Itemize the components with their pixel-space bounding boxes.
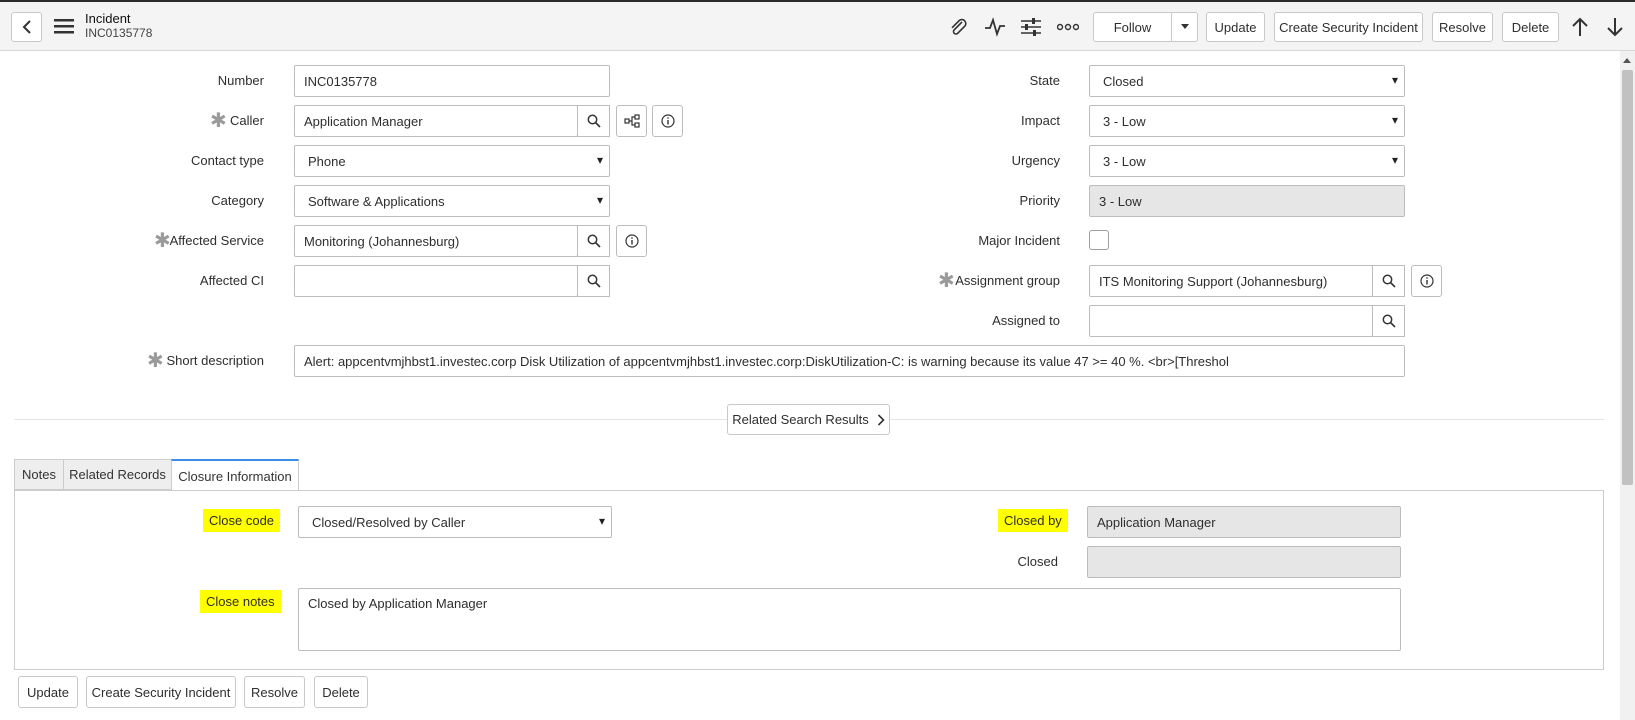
bottom-delete-button[interactable]: Delete [314,676,368,708]
arrow-up-icon[interactable] [1568,15,1592,39]
assignment-group-lookup-button[interactable] [1372,265,1405,297]
category-value: Software & Applications [308,193,445,209]
tab-closure-information[interactable]: Closure Information [171,459,299,491]
delete-button[interactable]: Delete [1502,12,1559,42]
back-button[interactable] [11,12,42,42]
bottom-update-button[interactable]: Update [18,676,78,708]
urgency-label: Urgency [1011,153,1060,168]
related-search-results-button[interactable]: Related Search Results [727,404,890,435]
search-icon [587,234,601,248]
affected-service-label: Affected Service [169,233,264,248]
back-icon [22,20,31,34]
search-icon [1382,314,1396,328]
affected-service-lookup-button[interactable] [577,225,610,257]
close-notes-textarea[interactable]: Closed by Application Manager [298,588,1401,651]
search-icon [1382,274,1396,288]
info-icon [624,234,639,248]
bottom-create-security-incident-button[interactable]: Create Security Incident [86,676,236,708]
arrow-down-icon[interactable] [1603,15,1627,39]
caret-down-icon [1180,24,1189,29]
caller-lookup-button[interactable] [577,105,610,137]
assignment-group-field[interactable]: ITS Monitoring Support (Johannesburg) [1089,265,1373,297]
caller-info-button[interactable] [652,105,683,137]
impact-value: 3 - Low [1103,113,1146,129]
affected-ci-field[interactable] [294,265,578,297]
state-label: State [1029,73,1060,88]
menu-icon[interactable] [54,18,74,34]
bottom-resolve-button[interactable]: Resolve [244,676,305,708]
settings-sliders-icon[interactable] [1019,15,1043,39]
closed-by-label: Closed by [998,509,1068,532]
contact-type-select[interactable]: Phone [294,145,610,177]
close-code-label: Close code [203,509,281,532]
follow-dropdown-button[interactable] [1171,12,1198,42]
tab-related-records[interactable]: Related Records [63,459,172,490]
search-icon [587,274,601,288]
closed-field [1087,546,1401,578]
assigned-to-field[interactable] [1089,305,1373,337]
priority-label: Priority [1019,193,1060,208]
close-code-select[interactable]: Closed/Resolved by Caller [298,506,612,538]
assigned-to-label: Assigned to [992,313,1060,328]
close-notes-label: Close notes [200,590,281,613]
number-field[interactable]: INC0135778 [294,65,610,97]
impact-label: Impact [1020,113,1060,128]
affected-ci-label: Affected CI [199,273,264,288]
assignment-group-info-button[interactable] [1411,265,1442,297]
update-button[interactable]: Update [1206,12,1265,42]
info-icon [660,114,675,128]
urgency-select[interactable]: 3 - Low [1089,145,1405,177]
page-title: Incident [85,11,131,26]
more-icon[interactable] [1056,15,1080,39]
chevron-right-icon [877,413,885,426]
caller-field[interactable]: Application Manager [294,105,578,137]
record-number: INC0135778 [85,26,153,40]
affected-service-field[interactable]: Monitoring (Johannesburg) [294,225,578,257]
caller-hierarchy-button[interactable] [616,105,647,137]
info-icon [1419,274,1434,288]
attachment-icon[interactable] [946,15,970,39]
form-header: Incident INC0135778 Follow Update Create… [0,2,1635,51]
related-search-results-label: Related Search Results [732,412,869,427]
scroll-up-icon[interactable] [1623,58,1631,63]
major-incident-checkbox[interactable] [1089,230,1109,250]
activity-icon[interactable] [983,15,1007,39]
major-incident-label: Major Incident [978,233,1060,248]
short-description-field[interactable]: Alert: appcentvmjhbst1.investec.corp Dis… [294,345,1405,377]
affected-ci-lookup-button[interactable] [577,265,610,297]
assignment-group-label: Assignment group [955,273,1060,288]
affected-service-info-button[interactable] [616,225,647,257]
create-security-incident-button[interactable]: Create Security Incident [1274,12,1423,42]
category-label: Category [211,193,264,208]
state-select[interactable]: Closed [1089,65,1405,97]
number-label: Number [217,73,264,88]
closed-by-field: Application Manager [1087,506,1401,538]
tab-notes[interactable]: Notes [14,459,64,490]
contact-type-label: Contact type [191,153,264,168]
assigned-to-lookup-button[interactable] [1372,305,1405,337]
closed-label: Closed [1017,554,1058,569]
follow-button[interactable]: Follow [1093,12,1172,42]
resolve-button[interactable]: Resolve [1432,12,1493,42]
scrollbar-thumb[interactable] [1622,70,1633,485]
category-select[interactable]: Software & Applications [294,185,610,217]
close-code-value: Closed/Resolved by Caller [312,514,466,530]
priority-field: 3 - Low [1089,185,1405,217]
hierarchy-icon [623,114,640,128]
caller-label: Caller [230,113,264,128]
urgency-value: 3 - Low [1103,153,1146,169]
state-value: Closed [1103,73,1144,89]
contact-type-value: Phone [308,153,346,169]
short-description-label: Short description [166,353,264,368]
search-icon [587,114,601,128]
impact-select[interactable]: 3 - Low [1089,105,1405,137]
